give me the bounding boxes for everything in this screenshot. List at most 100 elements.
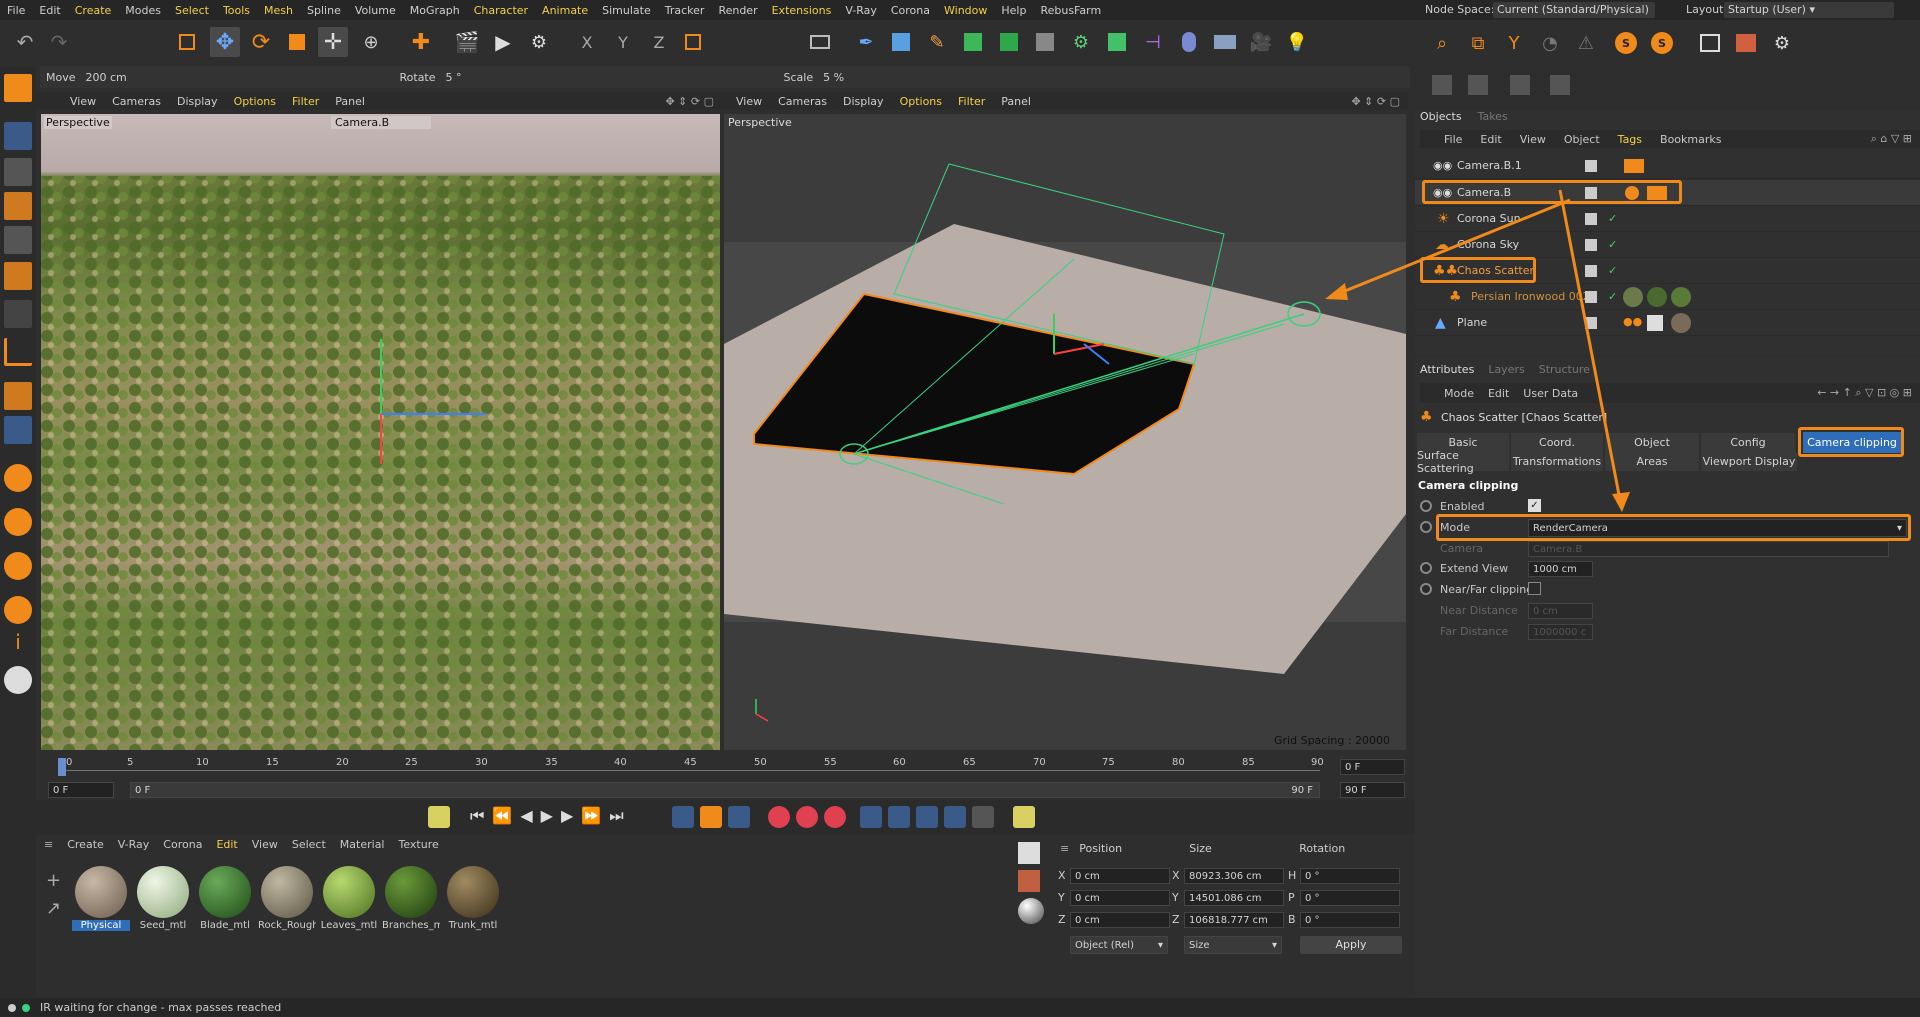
prev-frame-icon[interactable]: ◀ xyxy=(520,806,532,826)
track-scale-icon[interactable] xyxy=(916,806,938,828)
position-y-field[interactable]: 0 cm xyxy=(1070,890,1170,906)
material-rock[interactable]: Rock_Rough xyxy=(258,863,316,935)
tick-10: 10 xyxy=(196,757,209,768)
tick-55: 55 xyxy=(824,757,837,768)
sound-icon[interactable] xyxy=(728,806,750,828)
tick-85: 85 xyxy=(1242,757,1255,768)
size-axis-label: Z xyxy=(1172,913,1180,926)
tick-90: 90 xyxy=(1311,757,1324,768)
track-move-icon[interactable] xyxy=(860,806,882,828)
rotation-h-field[interactable]: 0 ° xyxy=(1300,868,1400,884)
axis-label: X xyxy=(1058,869,1066,882)
rot-axis-label: H xyxy=(1288,869,1297,882)
tick-65: 65 xyxy=(963,757,976,768)
size-y-field[interactable]: 14501.086 cm xyxy=(1184,890,1284,906)
tick-50: 50 xyxy=(754,757,767,768)
auto-key-icon[interactable] xyxy=(796,806,818,828)
tick-35: 35 xyxy=(545,757,558,768)
tick-70: 70 xyxy=(1033,757,1046,768)
current-frame-field[interactable]: 0 F xyxy=(48,782,114,798)
mat-menu-edit[interactable]: Edit xyxy=(216,838,237,851)
record-button[interactable] xyxy=(428,806,450,828)
material-branches[interactable]: Branches_m xyxy=(382,863,440,935)
size-mode-dropdown[interactable]: Size ▾ xyxy=(1184,936,1282,954)
track-param-icon[interactable] xyxy=(944,806,966,828)
rotation-p-value: 0 ° xyxy=(1305,892,1320,904)
document-icon[interactable] xyxy=(1018,842,1040,864)
record-key-icon[interactable] xyxy=(768,806,790,828)
material-preview xyxy=(199,866,251,918)
mat-menu-view[interactable]: View xyxy=(252,838,278,851)
material-label: Blade_mtl xyxy=(200,920,250,931)
material-preview xyxy=(323,866,375,918)
keyframe-mode-button[interactable] xyxy=(1013,806,1035,828)
loop-controls xyxy=(672,806,750,828)
arrow-icon[interactable]: ↗ xyxy=(46,898,61,919)
track-points-icon[interactable] xyxy=(972,806,994,828)
psr-size-header: Size xyxy=(1189,842,1212,855)
material-preview xyxy=(137,866,189,918)
coord-mode-value: Object (Rel) xyxy=(1075,939,1134,951)
tick-60: 60 xyxy=(893,757,906,768)
rot-axis-label: B xyxy=(1288,913,1296,926)
mat-menu-create[interactable]: Create xyxy=(67,838,104,851)
position-x-value: 0 cm xyxy=(1075,870,1100,882)
material-leaves[interactable]: Leaves_mtl xyxy=(320,863,378,935)
end-top-field[interactable]: 0 F xyxy=(1340,759,1405,775)
material-seed[interactable]: Seed_mtl xyxy=(134,863,192,935)
next-frame-icon[interactable]: ▶ xyxy=(561,806,573,826)
playhead[interactable] xyxy=(58,758,66,776)
material-physical[interactable]: Physical xyxy=(72,863,130,935)
material-label: Seed_mtl xyxy=(139,920,187,931)
rotation-h-value: 0 ° xyxy=(1305,870,1320,882)
size-x-field[interactable]: 80923.306 cm xyxy=(1184,868,1284,884)
material-preview xyxy=(385,866,437,918)
position-z-value: 0 cm xyxy=(1075,914,1100,926)
tag-icon[interactable] xyxy=(1018,870,1040,892)
material-blade[interactable]: Blade_mtl xyxy=(196,863,254,935)
hamburger-icon[interactable]: ≡ xyxy=(1060,842,1069,855)
material-trunk[interactable]: Trunk_mtl xyxy=(444,863,502,935)
psr-headers: ≡ Position Size Rotation xyxy=(1060,842,1415,855)
mat-menu-select[interactable]: Select xyxy=(292,838,326,851)
size-z-field[interactable]: 106818.777 cm xyxy=(1184,912,1284,928)
coord-mode-dropdown[interactable]: Object (Rel) ▾ xyxy=(1070,936,1168,954)
key-settings-icon[interactable] xyxy=(824,806,846,828)
track-rotate-icon[interactable] xyxy=(888,806,910,828)
mat-menu-corona[interactable]: Corona xyxy=(163,838,202,851)
mat-menu-material[interactable]: Material xyxy=(340,838,385,851)
sphere-icon[interactable] xyxy=(1018,898,1044,924)
size-y-value: 14501.086 cm xyxy=(1189,892,1262,904)
rotation-b-field[interactable]: 0 ° xyxy=(1300,912,1400,928)
material-menu: ≡ Create V-Ray Corona Edit View Select M… xyxy=(44,838,439,851)
end-frame-field[interactable]: 90 F xyxy=(1340,782,1405,798)
status-dot-icon xyxy=(8,1003,16,1012)
mat-menu-texture[interactable]: Texture xyxy=(398,838,438,851)
add-material-icon[interactable]: + xyxy=(46,870,61,891)
rotation-p-field[interactable]: 0 ° xyxy=(1300,890,1400,906)
play-icon[interactable]: ▶ xyxy=(541,806,553,826)
size-mode-value: Size xyxy=(1189,939,1210,951)
loop-icon[interactable] xyxy=(672,806,694,828)
material-label: Trunk_mtl xyxy=(448,920,498,931)
go-end-icon[interactable]: ⏭ xyxy=(609,806,623,826)
next-key-icon[interactable]: ⏩ xyxy=(581,806,601,826)
go-start-icon[interactable]: ⏮ xyxy=(470,806,484,826)
tick-0: 0 xyxy=(66,757,73,768)
size-x-value: 80923.306 cm xyxy=(1189,870,1262,882)
hamburger-icon[interactable]: ≡ xyxy=(44,838,53,851)
film-icon[interactable] xyxy=(700,806,722,828)
axis-label: Z xyxy=(1058,913,1066,926)
end-top-value: 0 F xyxy=(1345,761,1361,773)
position-x-field[interactable]: 0 cm xyxy=(1070,868,1170,884)
tick-45: 45 xyxy=(684,757,697,768)
range-slider[interactable]: 0 F 90 F xyxy=(130,782,1320,798)
material-label: Rock_Rough xyxy=(258,920,316,931)
chevron-down-icon: ▾ xyxy=(1157,939,1163,951)
track-controls xyxy=(860,806,994,828)
apply-button[interactable]: Apply xyxy=(1300,936,1402,954)
prev-key-icon[interactable]: ⏪ xyxy=(492,806,512,826)
position-z-field[interactable]: 0 cm xyxy=(1070,912,1170,928)
material-preview xyxy=(75,866,127,918)
mat-menu-vray[interactable]: V-Ray xyxy=(118,838,150,851)
